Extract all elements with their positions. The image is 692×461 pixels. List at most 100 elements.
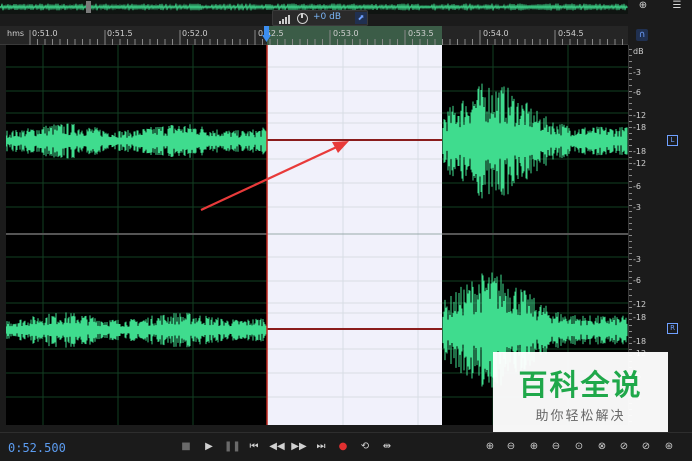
current-time-display[interactable]: 0:52.500: [8, 441, 66, 455]
go-to-start-button[interactable]: ⏮: [246, 440, 262, 454]
db-tick: [629, 103, 632, 104]
db-tick: [629, 151, 632, 152]
db-tick: [629, 139, 632, 140]
fast-forward-button[interactable]: ▶▶: [291, 440, 307, 454]
db-tick: [629, 295, 632, 296]
db-tick: [629, 181, 632, 182]
db-tick: [629, 163, 632, 164]
pin-hud-icon[interactable]: ⬈: [355, 12, 367, 24]
hud-gain-control[interactable]: +0 dB ⬈: [272, 10, 368, 26]
stop-button[interactable]: ■: [178, 440, 194, 454]
db-tick: [629, 67, 632, 68]
watermark-title: 百科全说: [518, 368, 643, 402]
ruler-tick-label: 0:52.0: [182, 29, 208, 38]
overview-zoom-handle: [86, 1, 91, 13]
db-label: -18: [633, 147, 647, 156]
db-label: -6: [633, 182, 641, 191]
db-tick: [629, 223, 632, 224]
db-tick: [629, 337, 632, 338]
db-tick: [629, 85, 632, 86]
skip-selection-button[interactable]: ⇹: [379, 440, 395, 454]
db-label: -18: [633, 313, 647, 322]
db-tick: [629, 157, 632, 158]
db-tick: [629, 307, 632, 308]
time-ruler[interactable]: hms 0:51.0 0:51.5 0:52.0 0:52.5 0:53.0 0…: [0, 26, 628, 45]
rewind-button[interactable]: ◀◀: [269, 440, 285, 454]
pause-button[interactable]: ❚❚: [224, 440, 241, 454]
level-bars-icon: [279, 15, 290, 24]
db-tick: [629, 253, 632, 254]
channel-left-badge[interactable]: L: [667, 135, 678, 146]
db-tick: [629, 349, 632, 350]
db-tick: [629, 199, 632, 200]
db-tick: [629, 277, 632, 278]
db-tick: [629, 271, 632, 272]
zoom-in-left-button[interactable]: ⊘: [615, 440, 633, 454]
ruler-tick-label: 0:51.5: [107, 29, 133, 38]
db-tick: [629, 235, 632, 236]
zoom-in-time-button[interactable]: ⊕: [525, 440, 543, 454]
db-tick: [629, 49, 632, 50]
db-tick: [629, 331, 632, 332]
db-label: -12: [633, 300, 647, 309]
db-tick: [629, 265, 632, 266]
db-tick: [629, 259, 632, 260]
zoom-in-amplitude-button[interactable]: ⊕: [481, 440, 499, 454]
loop-playback-button[interactable]: ⟲: [357, 440, 373, 454]
db-tick: [629, 73, 632, 74]
db-tick: [629, 247, 632, 248]
play-button[interactable]: ▶: [201, 440, 217, 454]
zoom-to-selection-button[interactable]: ⊗: [593, 440, 611, 454]
db-label: -6: [633, 276, 641, 285]
db-tick: [629, 241, 632, 242]
db-tick: [629, 313, 632, 314]
db-tick: [629, 121, 632, 122]
ruler-tick-label: 0:53.0: [333, 29, 359, 38]
db-tick: [629, 229, 632, 230]
db-tick: [629, 325, 632, 326]
ruler-tick-label: 0:53.5: [408, 29, 434, 38]
db-unit: dB: [633, 47, 644, 56]
snap-toggle-icon[interactable]: ∩: [636, 29, 648, 41]
ruler-unit: hms: [7, 29, 25, 38]
db-tick: [629, 343, 632, 344]
db-label: -3: [633, 203, 641, 212]
db-tick: [629, 127, 632, 128]
top-right-tools: ⊕ ☰: [628, 0, 692, 14]
db-label: -3: [633, 68, 641, 77]
playhead-handle-icon[interactable]: [262, 26, 271, 42]
record-button[interactable]: ●: [335, 440, 351, 454]
db-tick: [629, 133, 632, 134]
channel-right-badge[interactable]: R: [667, 323, 678, 334]
db-tick: [629, 91, 632, 92]
db-tick: [629, 109, 632, 110]
db-tick: [629, 289, 632, 290]
zoom-reset-button[interactable]: ⊛: [660, 440, 678, 454]
zoom-out-full-button[interactable]: ⊙: [570, 440, 588, 454]
db-tick: [629, 61, 632, 62]
db-tick: [629, 79, 632, 80]
go-to-end-button[interactable]: ⏭: [313, 440, 329, 454]
db-label: -12: [633, 111, 647, 120]
zoom-out-amplitude-button[interactable]: ⊖: [502, 440, 520, 454]
panel-menu-icon[interactable]: ☰: [670, 0, 684, 12]
watermark-logo: 百科全说 助你轻松解决: [493, 352, 668, 432]
db-label: -12: [633, 159, 647, 168]
ruler-ticks: [29, 30, 623, 45]
db-label: -18: [633, 337, 647, 346]
db-tick: [629, 319, 632, 320]
gain-value[interactable]: +0 dB: [313, 12, 341, 22]
zoom-in-right-button[interactable]: ⊘: [637, 440, 655, 454]
db-tick: [629, 187, 632, 188]
zoom-out-time-button[interactable]: ⊖: [547, 440, 565, 454]
gain-knob-icon[interactable]: [297, 13, 308, 24]
db-tick: [629, 205, 632, 206]
watermark-subtitle: 助你轻松解决: [535, 409, 626, 424]
db-tick: [629, 301, 632, 302]
db-tick: [629, 55, 632, 56]
db-tick: [629, 283, 632, 284]
db-label: -3: [633, 255, 641, 264]
db-label: -18: [633, 123, 647, 132]
zoom-tool-icon[interactable]: ⊕: [636, 0, 650, 12]
db-tick: [629, 175, 632, 176]
